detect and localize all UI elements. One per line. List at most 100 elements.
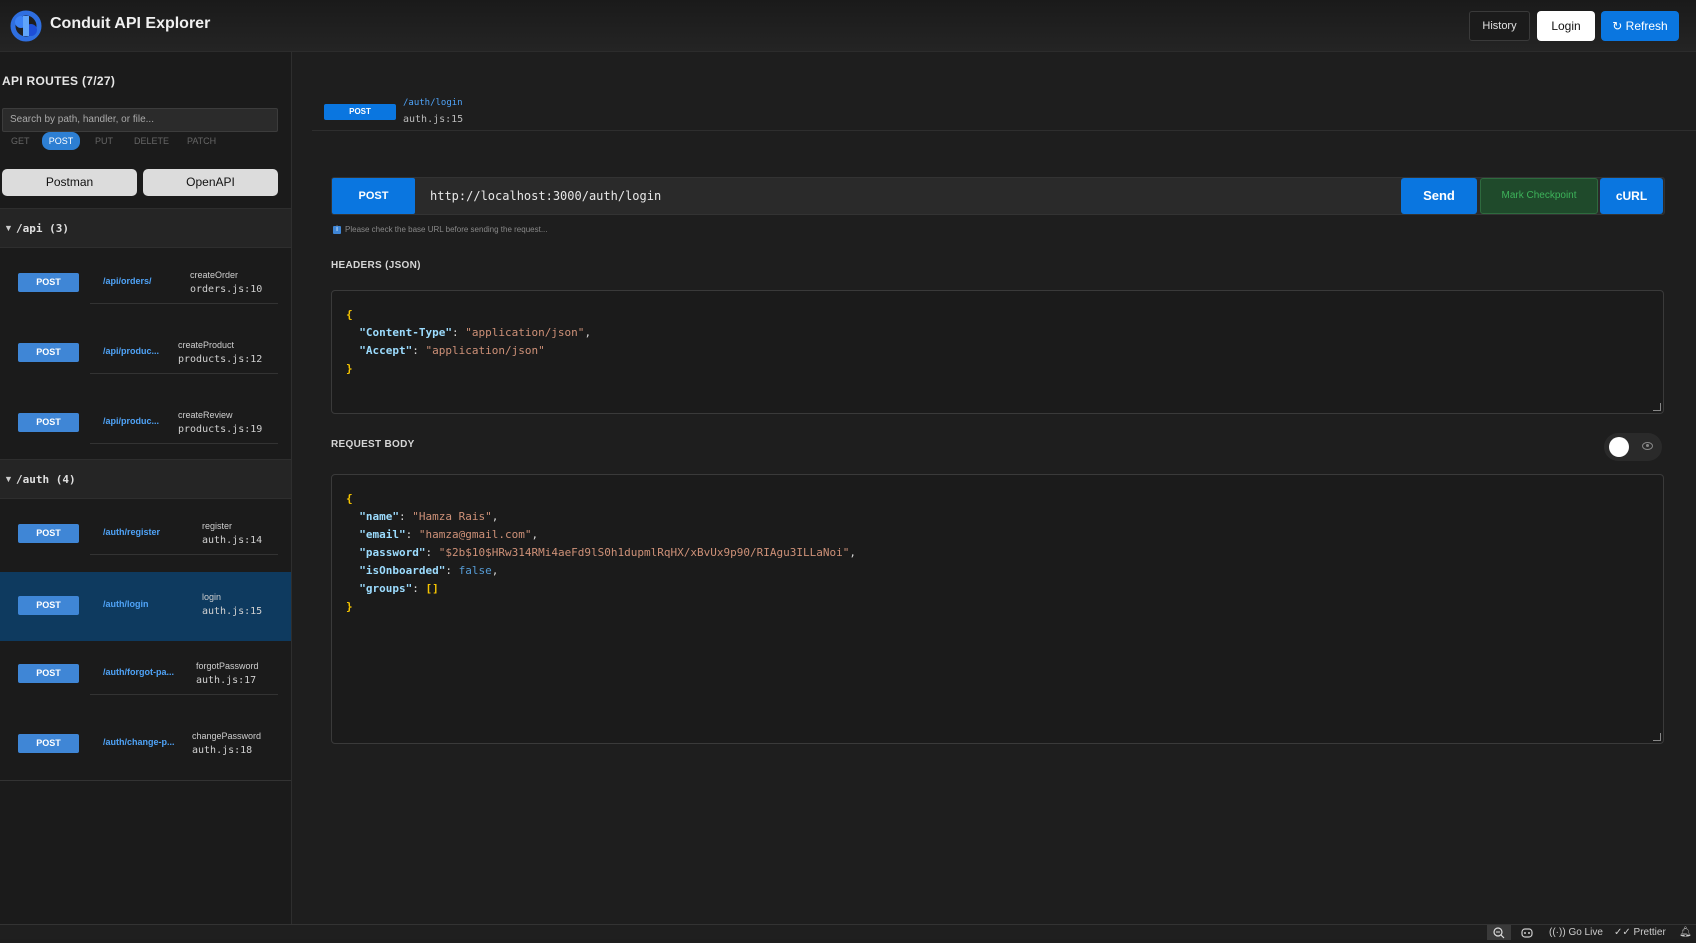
divider <box>90 694 278 695</box>
divider <box>0 780 291 781</box>
route-item[interactable]: POST /api/orders/ createOrder orders.js:… <box>0 248 291 312</box>
route-path: /auth/register <box>103 527 161 537</box>
refresh-button[interactable]: ↻ Refresh <box>1601 11 1679 41</box>
check-icon: ✓✓ <box>1614 927 1631 938</box>
route-group-auth[interactable]: ▼ /auth (4) <box>0 459 291 499</box>
go-live-button[interactable]: ((·)) Go Live <box>1549 926 1603 939</box>
eye-icon <box>1642 442 1653 450</box>
route-file: auth.js:14 <box>202 535 263 546</box>
route-path: /api/produc... <box>103 346 160 356</box>
route-file: auth.js:15 <box>202 606 263 617</box>
method-badge: POST <box>18 524 79 543</box>
method-badge: POST <box>18 596 79 615</box>
bell-icon[interactable]: 🔔︎ <box>1679 926 1692 939</box>
route-item-selected[interactable]: POST /auth/login login auth.js:15 <box>0 572 291 641</box>
json-key: "groups" <box>359 582 413 595</box>
json-key: "name" <box>359 510 399 523</box>
json-key: "isOnboarded" <box>359 564 446 577</box>
route-file: products.js:12 <box>178 354 263 365</box>
route-handler: register <box>202 521 233 531</box>
current-route-path: /auth/login <box>403 98 463 108</box>
method-badge: POST <box>18 664 79 683</box>
route-handler: login <box>202 592 222 602</box>
caret-down-icon: ▼ <box>4 474 13 484</box>
app-title: Conduit API Explorer <box>50 15 211 32</box>
note-text: Please check the base URL before sending… <box>345 225 548 234</box>
request-method-select[interactable]: POST <box>332 178 415 214</box>
route-item[interactable]: POST /api/produc... createReview product… <box>0 388 291 452</box>
filter-put[interactable]: PUT <box>95 132 119 150</box>
filter-delete[interactable]: DELETE <box>134 132 170 150</box>
json-value: "Hamza Rais" <box>412 510 492 523</box>
route-path: /auth/forgot-pa... <box>103 667 174 677</box>
caret-down-icon: ▼ <box>4 223 13 233</box>
json-key: "Content-Type" <box>359 326 452 339</box>
postman-button[interactable]: Postman <box>2 169 137 196</box>
main-panel: POST /auth/login auth.js:15 POST http://… <box>292 52 1696 924</box>
login-button[interactable]: Login <box>1537 11 1595 41</box>
route-handler: createProduct <box>178 340 235 350</box>
route-file: orders.js:10 <box>190 284 263 295</box>
route-item[interactable]: POST /api/produc... createProduct produc… <box>0 318 291 382</box>
method-badge: POST <box>18 343 79 362</box>
method-badge: POST <box>18 734 79 753</box>
divider <box>312 130 1696 131</box>
route-group-api[interactable]: ▼ /api (3) <box>0 208 291 248</box>
route-file: auth.js:17 <box>196 675 257 686</box>
resize-handle[interactable] <box>1653 733 1661 741</box>
json-value: "application/json" <box>465 326 585 339</box>
json-value: "$2b$10$HRw314RMi4aeFd9lS0h1dupmlRqHX/xB… <box>438 546 850 559</box>
json-brace: } <box>346 362 353 375</box>
divider <box>90 303 278 304</box>
json-key: "Accept" <box>359 344 413 357</box>
route-path: /api/produc... <box>103 416 160 426</box>
request-body-editor[interactable]: { "name": "Hamza Rais", "email": "hamza@… <box>331 474 1664 744</box>
filter-get[interactable]: GET <box>11 132 35 150</box>
status-bar: ((·)) Go Live ✓✓ Prettier 🔔︎ <box>0 924 1696 940</box>
headers-editor[interactable]: { "Content-Type": "application/json", "A… <box>331 290 1664 414</box>
mark-checkpoint-button[interactable]: Mark Checkpoint <box>1480 178 1598 214</box>
body-visibility-toggle[interactable] <box>1604 433 1662 461</box>
copilot-icon[interactable] <box>1520 926 1534 939</box>
group-name: /api (3) <box>16 222 69 235</box>
route-path: /api/orders/ <box>103 276 152 286</box>
route-item[interactable]: POST /auth/register register auth.js:14 <box>0 499 291 563</box>
top-bar: Conduit API Explorer History Login ↻ Ref… <box>0 0 1696 52</box>
sidebar-title: API ROUTES (7/27) <box>2 74 116 88</box>
route-handler: forgotPassword <box>196 661 259 671</box>
json-key: "email" <box>359 528 406 541</box>
route-file: auth.js:18 <box>192 745 253 756</box>
route-handler: createOrder <box>190 270 239 280</box>
zoom-icon[interactable] <box>1487 925 1511 940</box>
route-item[interactable]: POST /auth/forgot-pa... forgotPassword a… <box>0 639 291 703</box>
filter-post[interactable]: POST <box>42 132 80 150</box>
curl-button[interactable]: cURL <box>1600 178 1663 214</box>
prettier-button[interactable]: ✓✓ Prettier <box>1614 926 1666 939</box>
divider <box>90 554 278 555</box>
filter-patch[interactable]: PATCH <box>187 132 219 150</box>
toggle-knob <box>1609 437 1629 457</box>
json-value: [] <box>425 582 439 595</box>
route-file: products.js:19 <box>178 424 263 435</box>
current-method-badge: POST <box>324 104 396 120</box>
broadcast-icon: ((·)) <box>1549 927 1566 938</box>
url-input[interactable]: http://localhost:3000/auth/login <box>430 189 661 203</box>
app-logo-icon <box>10 10 42 42</box>
resize-handle[interactable] <box>1653 403 1661 411</box>
openapi-button[interactable]: OpenAPI <box>143 169 278 196</box>
route-handler: createReview <box>178 410 233 420</box>
prettier-label: Prettier <box>1633 927 1666 938</box>
json-brace: { <box>346 492 353 505</box>
sidebar: API ROUTES (7/27) Search by path, handle… <box>0 52 292 924</box>
go-live-label: Go Live <box>1568 927 1603 938</box>
send-button[interactable]: Send <box>1401 178 1477 214</box>
route-handler: changePassword <box>192 731 262 741</box>
divider <box>90 373 278 374</box>
json-key: "password" <box>359 546 426 559</box>
route-item[interactable]: POST /auth/change-p... changePassword au… <box>0 709 291 773</box>
group-name: /auth (4) <box>16 473 76 486</box>
base-url-note: i Please check the base URL before sendin… <box>333 225 548 234</box>
request-body-label: REQUEST BODY <box>331 439 415 450</box>
route-search-input[interactable]: Search by path, handler, or file... <box>2 108 278 132</box>
history-button[interactable]: History <box>1469 11 1530 41</box>
